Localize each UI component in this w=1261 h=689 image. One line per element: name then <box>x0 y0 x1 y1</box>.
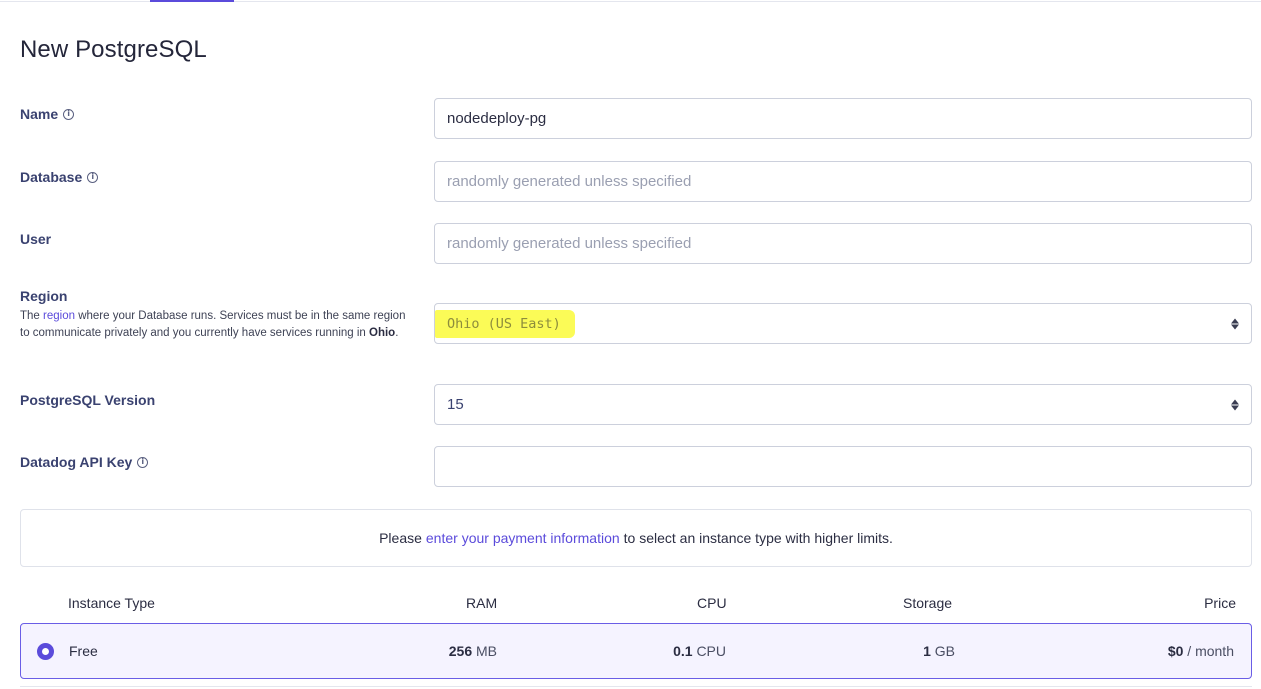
header-storage: Storage <box>903 595 953 611</box>
info-icon[interactable]: i <box>87 171 99 183</box>
instance-storage: 1 GB <box>923 643 955 659</box>
ram-unit: MB <box>476 643 497 659</box>
region-desc-suffix: . <box>395 326 399 339</box>
cpu-unit: CPU <box>696 643 726 659</box>
notice-suffix: to select an instance type with higher l… <box>623 530 893 546</box>
cpu-value: 0.1 <box>673 643 693 659</box>
price-unit: / month <box>1187 643 1234 659</box>
storage-value: 1 <box>923 643 931 659</box>
version-select-value: 15 <box>447 396 464 413</box>
instance-price: $0 / month <box>1168 643 1234 659</box>
active-tab-indicator <box>150 0 234 2</box>
user-input[interactable] <box>447 235 1239 252</box>
region-select[interactable]: Ohio (US East) <box>434 303 1252 344</box>
datadog-label: Datadog API Key i <box>20 454 149 470</box>
region-link[interactable]: region <box>43 310 75 322</box>
payment-notice: Please enter your payment information to… <box>20 509 1252 567</box>
region-desc-bold: Ohio <box>369 326 396 339</box>
user-label-text: User <box>20 231 52 247</box>
price-value: $0 <box>1167 643 1184 659</box>
database-label: Database i <box>20 169 99 185</box>
instance-name: Free <box>69 643 98 659</box>
datadog-field[interactable] <box>434 446 1252 487</box>
info-icon[interactable]: i <box>137 456 149 468</box>
user-field[interactable] <box>434 223 1252 264</box>
header-instance-type: Instance Type <box>68 595 155 611</box>
name-field[interactable] <box>434 98 1252 139</box>
select-arrows-icon <box>1231 318 1239 329</box>
header-ram: RAM <box>466 595 498 611</box>
ram-value: 256 <box>448 643 473 659</box>
name-label-text: Name <box>20 106 59 122</box>
region-desc-middle: where your Database runs. Services must … <box>20 310 406 339</box>
database-label-text: Database <box>20 169 83 185</box>
select-arrows-icon <box>1231 399 1239 410</box>
page-title: New PostgreSQL <box>20 36 207 63</box>
storage-unit: GB <box>934 643 955 659</box>
instance-row-free[interactable]: Free 256 MB 0.1 CPU 1 GB $0 / month <box>20 623 1252 679</box>
datadog-label-text: Datadog API Key <box>20 454 133 470</box>
user-label: User <box>20 231 51 247</box>
version-select[interactable]: 15 <box>434 384 1252 425</box>
name-input[interactable] <box>447 110 1239 127</box>
version-label: PostgreSQL Version <box>20 392 155 408</box>
region-label: Region <box>20 288 67 304</box>
instance-cpu: 0.1 CPU <box>673 643 726 659</box>
region-label-text: Region <box>20 288 68 304</box>
info-icon[interactable]: i <box>63 108 75 120</box>
database-field[interactable] <box>434 161 1252 202</box>
header-cpu: CPU <box>697 595 727 611</box>
database-input[interactable] <box>447 173 1239 190</box>
version-label-text: PostgreSQL Version <box>20 392 156 408</box>
header-price: Price <box>1204 595 1236 611</box>
datadog-api-key-input[interactable] <box>447 458 1239 475</box>
name-label: Name i <box>20 106 75 122</box>
region-description: The region where your Database runs. Ser… <box>20 308 415 341</box>
instance-ram: 256 MB <box>449 643 497 659</box>
region-desc-prefix: The <box>20 310 40 322</box>
instance-radio[interactable] <box>37 643 54 660</box>
region-select-value: Ohio (US East) <box>435 309 575 338</box>
payment-info-link[interactable]: enter your payment information <box>426 530 620 546</box>
notice-prefix: Please <box>379 530 422 546</box>
instance-table-header: Instance Type RAM CPU Storage Price <box>20 595 1252 613</box>
